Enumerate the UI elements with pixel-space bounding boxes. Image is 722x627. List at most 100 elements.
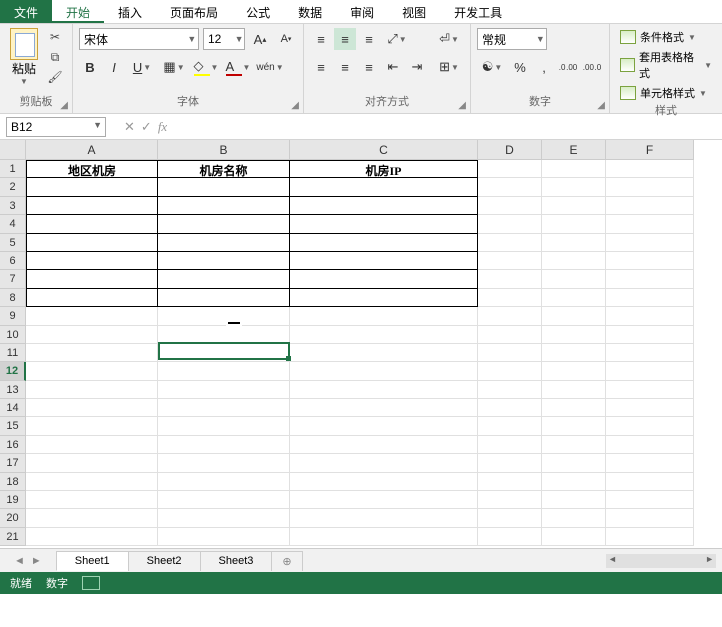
row-header-15[interactable]: 15 xyxy=(0,417,26,435)
cell-C21[interactable] xyxy=(290,528,478,546)
cell-E15[interactable] xyxy=(542,417,606,435)
align-center-button[interactable]: ≡ xyxy=(334,56,356,78)
column-header-B[interactable]: B xyxy=(158,140,290,160)
cell-F6[interactable] xyxy=(606,252,694,270)
cell-D8[interactable] xyxy=(478,289,542,307)
cell-D6[interactable] xyxy=(478,252,542,270)
row-header-11[interactable]: 11 xyxy=(0,344,26,362)
sheet-tab-3[interactable]: Sheet3 xyxy=(200,551,273,571)
underline-button[interactable]: U▼ xyxy=(127,56,157,78)
cell-B19[interactable] xyxy=(158,491,290,509)
cell-C6[interactable] xyxy=(290,252,478,270)
tab-developer[interactable]: 开发工具 xyxy=(440,0,516,23)
cell-E5[interactable] xyxy=(542,234,606,252)
cell-D10[interactable] xyxy=(478,326,542,344)
cell-B10[interactable] xyxy=(158,326,290,344)
cell-D4[interactable] xyxy=(478,215,542,233)
tab-home[interactable]: 开始 xyxy=(52,0,104,23)
cell-B6[interactable] xyxy=(158,252,290,270)
cut-button[interactable]: ✂ xyxy=(46,28,64,46)
row-header-6[interactable]: 6 xyxy=(0,252,26,270)
cell-E14[interactable] xyxy=(542,399,606,417)
align-middle-button[interactable]: ≡ xyxy=(334,28,356,50)
format-as-table-button[interactable]: 套用表格格式▼ xyxy=(618,48,714,82)
cell-B18[interactable] xyxy=(158,473,290,491)
phonetic-button[interactable]: wén▼ xyxy=(255,56,285,78)
cell-B14[interactable] xyxy=(158,399,290,417)
cell-F12[interactable] xyxy=(606,362,694,380)
cell-E18[interactable] xyxy=(542,473,606,491)
cell-D7[interactable] xyxy=(478,270,542,288)
copy-button[interactable]: ⧉ xyxy=(46,48,64,66)
horizontal-scrollbar[interactable] xyxy=(606,554,716,568)
row-header-20[interactable]: 20 xyxy=(0,509,26,527)
decrease-indent-button[interactable]: ⇤ xyxy=(382,56,404,78)
border-button[interactable]: ▦▼ xyxy=(159,56,189,78)
cell-C1[interactable]: 机房IP xyxy=(290,160,478,178)
cell-E11[interactable] xyxy=(542,344,606,362)
cell-C15[interactable] xyxy=(290,417,478,435)
row-header-19[interactable]: 19 xyxy=(0,491,26,509)
tab-page-layout[interactable]: 页面布局 xyxy=(156,0,232,23)
italic-button[interactable]: I xyxy=(103,56,125,78)
cell-C13[interactable] xyxy=(290,381,478,399)
cell-A7[interactable] xyxy=(26,270,158,288)
cell-A3[interactable] xyxy=(26,197,158,215)
row-header-5[interactable]: 5 xyxy=(0,234,26,252)
tab-insert[interactable]: 插入 xyxy=(104,0,156,23)
sheet-nav-next[interactable]: ► xyxy=(31,555,42,567)
cell-F7[interactable] xyxy=(606,270,694,288)
align-bottom-button[interactable]: ≡ xyxy=(358,28,380,50)
cell-D9[interactable] xyxy=(478,307,542,325)
font-color-button[interactable]: A▼ xyxy=(223,56,253,78)
cell-E1[interactable] xyxy=(542,160,606,178)
cell-E20[interactable] xyxy=(542,509,606,527)
font-name-combo[interactable]: ▼ xyxy=(79,28,199,50)
cell-B8[interactable] xyxy=(158,289,290,307)
cell-A1[interactable]: 地区机房 xyxy=(26,160,158,178)
tab-view[interactable]: 视图 xyxy=(388,0,440,23)
cell-A14[interactable] xyxy=(26,399,158,417)
row-header-8[interactable]: 8 xyxy=(0,289,26,307)
cell-B13[interactable] xyxy=(158,381,290,399)
tab-formulas[interactable]: 公式 xyxy=(232,0,284,23)
cell-F11[interactable] xyxy=(606,344,694,362)
cell-C14[interactable] xyxy=(290,399,478,417)
font-size-input[interactable] xyxy=(204,32,234,46)
cell-D11[interactable] xyxy=(478,344,542,362)
row-header-1[interactable]: 1 xyxy=(0,160,26,178)
column-header-D[interactable]: D xyxy=(478,140,542,160)
cell-D2[interactable] xyxy=(478,178,542,196)
cell-B9[interactable] xyxy=(158,307,290,325)
column-header-E[interactable]: E xyxy=(542,140,606,160)
cell-A9[interactable] xyxy=(26,307,158,325)
percent-button[interactable]: % xyxy=(509,56,531,78)
cell-C12[interactable] xyxy=(290,362,478,380)
cell-C19[interactable] xyxy=(290,491,478,509)
cell-F9[interactable] xyxy=(606,307,694,325)
cell-F20[interactable] xyxy=(606,509,694,527)
cell-B11[interactable] xyxy=(158,344,290,362)
fill-color-button[interactable]: ◇▼ xyxy=(191,56,221,78)
row-header-10[interactable]: 10 xyxy=(0,326,26,344)
cell-C16[interactable] xyxy=(290,436,478,454)
paste-button[interactable]: 粘贴 ▼ xyxy=(6,26,42,93)
alignment-dialog-launcher[interactable]: ◢ xyxy=(458,100,466,111)
cell-E16[interactable] xyxy=(542,436,606,454)
row-header-2[interactable]: 2 xyxy=(0,178,26,196)
cell-B5[interactable] xyxy=(158,234,290,252)
cell-F14[interactable] xyxy=(606,399,694,417)
row-header-14[interactable]: 14 xyxy=(0,399,26,417)
cell-C10[interactable] xyxy=(290,326,478,344)
decrease-font-button[interactable]: A▾ xyxy=(275,28,297,50)
comma-style-button[interactable]: , xyxy=(533,56,555,78)
cell-B4[interactable] xyxy=(158,215,290,233)
align-right-button[interactable]: ≡ xyxy=(358,56,380,78)
cell-D19[interactable] xyxy=(478,491,542,509)
sheet-tab-1[interactable]: Sheet1 xyxy=(56,551,129,571)
align-top-button[interactable]: ≡ xyxy=(310,28,332,50)
cancel-formula-button[interactable]: ✕ xyxy=(124,119,135,135)
row-header-12[interactable]: 12 xyxy=(0,362,26,380)
increase-decimal-button[interactable]: .0 .00 xyxy=(557,56,579,78)
cell-E6[interactable] xyxy=(542,252,606,270)
